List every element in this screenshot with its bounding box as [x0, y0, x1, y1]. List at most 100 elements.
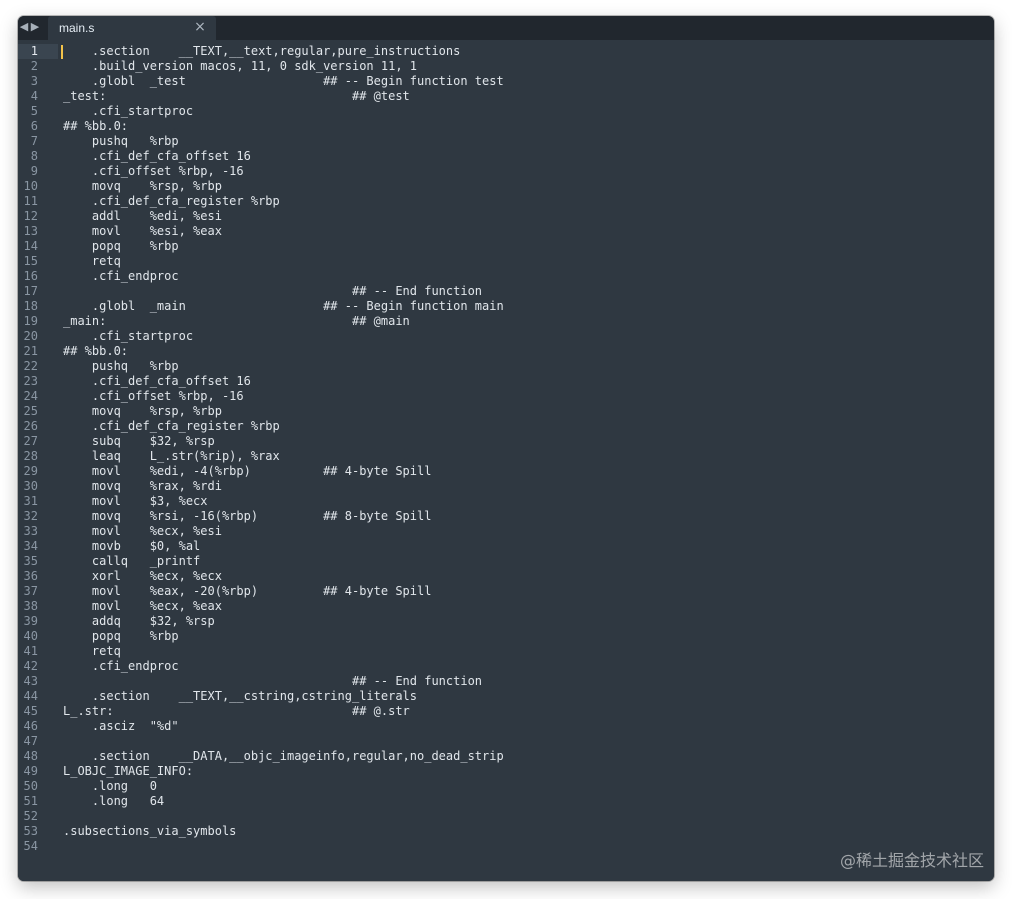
code-line[interactable]: pushq %rbp [63, 134, 983, 149]
line-number: 29 [23, 464, 38, 478]
line-number: 48 [23, 749, 38, 763]
code-line[interactable]: .cfi_startproc [63, 329, 983, 344]
code-line[interactable]: ## -- End function [63, 284, 983, 299]
line-number: 7 [30, 134, 38, 148]
code-line[interactable]: .cfi_offset %rbp, -16 [63, 164, 983, 179]
code-line[interactable]: movl %ecx, %eax [63, 599, 983, 614]
code-line[interactable]: ## %bb.0: [63, 119, 983, 134]
line-number: 10 [23, 179, 38, 193]
code-line[interactable]: leaq L_.str(%rip), %rax [63, 449, 983, 464]
code-line[interactable]: retq [63, 254, 983, 269]
line-number: 28 [23, 449, 38, 463]
close-icon[interactable]: × [194, 19, 206, 35]
line-number: 30 [23, 479, 38, 493]
line-number: 31 [23, 494, 38, 508]
line-number: 37 [23, 584, 38, 598]
code-line[interactable]: .globl _test ## -- Begin function test [63, 74, 983, 89]
code-line[interactable]: .globl _main ## -- Begin function main [63, 299, 983, 314]
code-line[interactable]: addl %edi, %esi [63, 209, 983, 224]
line-number: 23 [23, 374, 38, 388]
back-arrow-icon[interactable]: ◀ [19, 20, 29, 34]
code-line[interactable]: .cfi_offset %rbp, -16 [63, 389, 983, 404]
line-number: 33 [23, 524, 38, 538]
code-line[interactable]: movl $3, %ecx [63, 494, 983, 509]
line-number-gutter: 1 2 3 4 5 6 7 8 9 10 11 12 13 14 15 16 17 18 19 20 21 22 23 24 2… [18, 40, 58, 881]
code-line[interactable]: .section __DATA,__objc_imageinfo,regular… [63, 749, 983, 764]
code-line[interactable]: .section __TEXT,__text,regular,pure_inst… [63, 44, 983, 59]
line-number: 21 [23, 344, 38, 358]
code-line[interactable]: movl %edi, -4(%rbp) ## 4-byte Spill [63, 464, 983, 479]
code-line[interactable]: _main: ## @main [63, 314, 983, 329]
code-line[interactable]: ## %bb.0: [63, 344, 983, 359]
code-line[interactable]: popq %rbp [63, 629, 983, 644]
forward-arrow-icon[interactable]: ▶ [30, 20, 40, 34]
code-line[interactable]: .section __TEXT,__cstring,cstring_litera… [63, 689, 983, 704]
line-number: 3 [30, 74, 38, 88]
code-line[interactable]: .cfi_def_cfa_register %rbp [63, 194, 983, 209]
code-line[interactable]: xorl %ecx, %ecx [63, 569, 983, 584]
code-line[interactable]: movb $0, %al [63, 539, 983, 554]
line-number: 40 [23, 629, 38, 643]
code-text[interactable]: .section __TEXT,__text,regular,pure_inst… [63, 44, 983, 854]
code-line[interactable]: .cfi_endproc [63, 269, 983, 284]
code-line[interactable]: .long 0 [63, 779, 983, 794]
code-editor[interactable]: 1 2 3 4 5 6 7 8 9 10 11 12 13 14 15 16 17 18 19 20 21 22 23 24 2… [18, 40, 994, 881]
line-number: 24 [23, 389, 38, 403]
code-line[interactable]: movl %eax, -20(%rbp) ## 4-byte Spill [63, 584, 983, 599]
code-line[interactable]: movq %rsp, %rbp [63, 179, 983, 194]
code-line[interactable]: movq %rsp, %rbp [63, 404, 983, 419]
line-number: 20 [23, 329, 38, 343]
code-line[interactable]: .long 64 [63, 794, 983, 809]
code-line[interactable]: movl %ecx, %esi [63, 524, 983, 539]
code-line[interactable]: .subsections_via_symbols [63, 824, 983, 839]
line-number: 41 [23, 644, 38, 658]
code-line[interactable]: pushq %rbp [63, 359, 983, 374]
tab-navigation: ◀ ▶ [18, 16, 48, 40]
code-line[interactable]: retq [63, 644, 983, 659]
code-line[interactable]: .cfi_def_cfa_offset 16 [63, 149, 983, 164]
editor-window: ◀ ▶ main.s × 1 2 3 4 5 6 7 8 9 10 11 12 13 14 15 16 17 18… [18, 16, 994, 881]
code-line[interactable]: .cfi_endproc [63, 659, 983, 674]
line-number: 19 [23, 314, 38, 328]
line-number: 26 [23, 419, 38, 433]
line-number: 42 [23, 659, 38, 673]
line-number: 38 [23, 599, 38, 613]
line-number: 52 [23, 809, 38, 823]
code-line[interactable]: L_.str: ## @.str [63, 704, 983, 719]
code-line[interactable]: popq %rbp [63, 239, 983, 254]
line-number: 44 [23, 689, 38, 703]
code-line[interactable]: addq $32, %rsp [63, 614, 983, 629]
line-number: 16 [23, 269, 38, 283]
code-line[interactable]: ## -- End function [63, 674, 983, 689]
line-number: 32 [23, 509, 38, 523]
code-line[interactable]: movq %rsi, -16(%rbp) ## 8-byte Spill [63, 509, 983, 524]
line-numbers: 1 2 3 4 5 6 7 8 9 10 11 12 13 14 15 16 17 18 19 20 21 22 23 24 2… [18, 44, 38, 854]
code-line[interactable]: .cfi_startproc [63, 104, 983, 119]
code-line[interactable]: callq _printf [63, 554, 983, 569]
code-line[interactable]: .cfi_def_cfa_offset 16 [63, 374, 983, 389]
line-number: 17 [23, 284, 38, 298]
watermark: @稀土掘金技术社区 [839, 851, 984, 870]
code-line[interactable]: .build_version macos, 11, 0 sdk_version … [63, 59, 983, 74]
line-number: 27 [23, 434, 38, 448]
code-line[interactable] [63, 734, 983, 749]
line-number: 25 [23, 404, 38, 418]
code-line[interactable]: subq $32, %rsp [63, 434, 983, 449]
line-number: 4 [30, 89, 38, 103]
line-number: 13 [23, 224, 38, 238]
code-line[interactable]: movq %rax, %rdi [63, 479, 983, 494]
line-number: 15 [23, 254, 38, 268]
code-line[interactable]: .cfi_def_cfa_register %rbp [63, 419, 983, 434]
line-number: 47 [23, 734, 38, 748]
code-line[interactable]: .asciz "%d" [63, 719, 983, 734]
line-number: 9 [30, 164, 38, 178]
code-line[interactable]: movl %esi, %eax [63, 224, 983, 239]
line-number: 35 [23, 554, 38, 568]
tab-title: main.s [59, 21, 95, 35]
code-line[interactable]: _test: ## @test [63, 89, 983, 104]
code-line[interactable]: L_OBJC_IMAGE_INFO: [63, 764, 983, 779]
code-line[interactable] [63, 809, 983, 824]
line-number: 43 [23, 674, 38, 688]
line-number: 51 [23, 794, 38, 808]
tab-main-s[interactable]: main.s × [48, 16, 216, 40]
